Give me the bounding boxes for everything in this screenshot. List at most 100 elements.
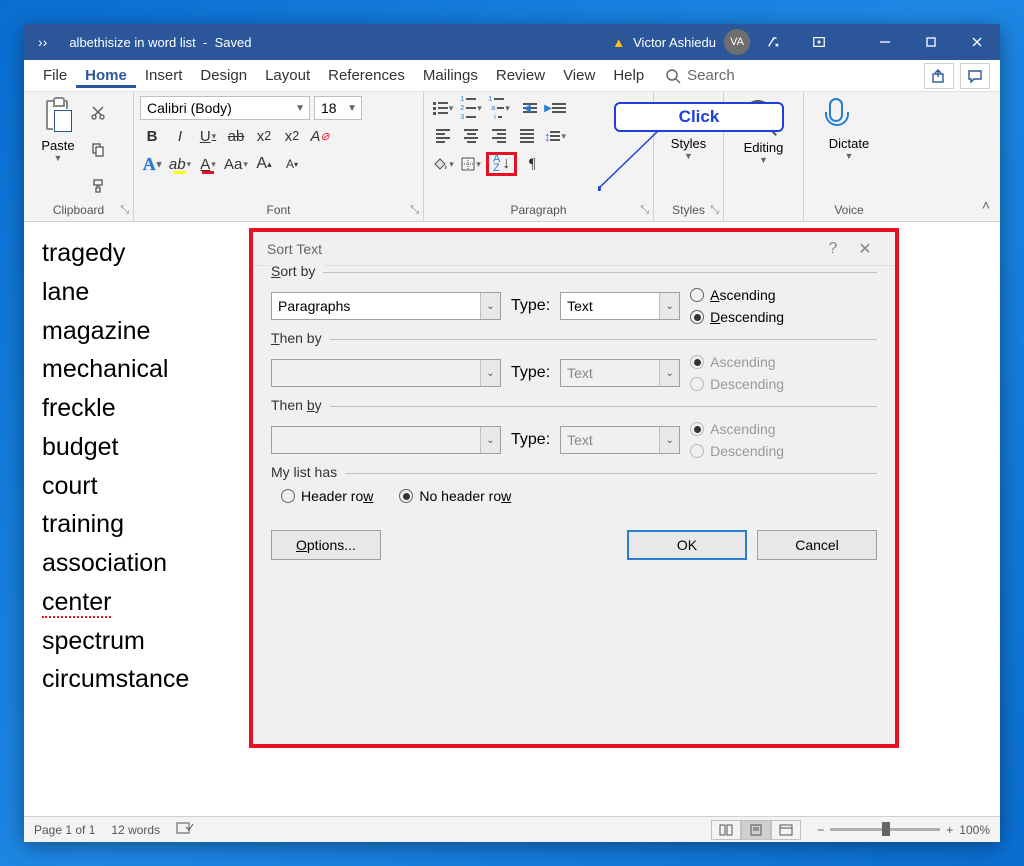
align-left-button[interactable] bbox=[430, 124, 456, 148]
shading-button[interactable]: ▾ bbox=[430, 152, 456, 176]
ribbon: Paste ▼ Clipboard ⤡ Calibri (Body)▼ 18▼ … bbox=[24, 92, 1000, 222]
grow-font-button[interactable]: A▴ bbox=[252, 152, 276, 176]
search-box[interactable]: Search bbox=[665, 67, 735, 84]
increase-indent-button[interactable]: ▶ bbox=[542, 96, 568, 120]
list-item: training bbox=[42, 505, 189, 544]
bold-button[interactable]: B bbox=[140, 124, 164, 148]
proofing-icon[interactable] bbox=[176, 821, 194, 838]
options-button[interactable]: Options... bbox=[271, 530, 381, 560]
list-item: tragedy bbox=[42, 234, 189, 273]
no-header-row-radio[interactable]: No header row bbox=[399, 488, 511, 504]
minimize-button[interactable] bbox=[862, 24, 908, 60]
help-button[interactable]: ? bbox=[817, 240, 849, 258]
align-right-button[interactable] bbox=[486, 124, 512, 148]
strikethrough-button[interactable]: ab bbox=[224, 124, 248, 148]
zoom-slider[interactable]: − + 100% bbox=[817, 823, 990, 837]
justify-button[interactable] bbox=[514, 124, 540, 148]
ok-button[interactable]: OK bbox=[627, 530, 747, 560]
line-spacing-button[interactable]: ↕▾ bbox=[542, 124, 568, 148]
tab-home[interactable]: Home bbox=[76, 63, 136, 88]
sort-button[interactable]: AZ↓ bbox=[486, 152, 517, 176]
word-count[interactable]: 12 words bbox=[111, 823, 160, 837]
print-layout-button[interactable] bbox=[741, 820, 771, 840]
list-item: freckle bbox=[42, 389, 189, 428]
subscript-button[interactable]: x2 bbox=[252, 124, 276, 148]
collapse-ribbon-button[interactable]: ˄ bbox=[982, 197, 990, 213]
dialog-title: Sort Text bbox=[267, 241, 322, 257]
web-layout-button[interactable] bbox=[771, 820, 801, 840]
chevron-down-icon: ⌄ bbox=[480, 360, 500, 386]
comments-button[interactable] bbox=[960, 63, 990, 89]
cancel-button[interactable]: Cancel bbox=[757, 530, 877, 560]
show-hide-button[interactable]: ¶ bbox=[519, 152, 545, 176]
tab-mailings[interactable]: Mailings bbox=[414, 63, 487, 88]
clear-formatting-button[interactable]: A⊘ bbox=[308, 124, 332, 148]
dictate-button[interactable]: Dictate ▼ bbox=[829, 98, 869, 161]
then-by-field-combo-2: ⌄ bbox=[271, 426, 501, 454]
text-effects-button[interactable]: A▾ bbox=[140, 152, 164, 176]
sort-by-field-combo[interactable]: Paragraphs⌄ bbox=[271, 292, 501, 320]
chevron-down-icon: ▼ bbox=[54, 153, 63, 163]
share-button[interactable] bbox=[924, 63, 954, 89]
descending-radio[interactable]: Descending bbox=[690, 309, 784, 325]
document-area[interactable]: tragedy lane magazine mechanical freckle… bbox=[24, 222, 1000, 816]
shrink-font-button[interactable]: A▾ bbox=[280, 152, 304, 176]
tab-layout[interactable]: Layout bbox=[256, 63, 319, 88]
chevron-down-icon: ⌄ bbox=[659, 360, 679, 386]
titlebar-user[interactable]: ▲ Victor Ashiedu VA bbox=[612, 29, 750, 55]
zoom-out-button[interactable]: − bbox=[817, 823, 824, 837]
word-window: ›› albethisize in word list - Saved ▲ Vi… bbox=[24, 24, 1000, 842]
chevron-down-icon: ⌄ bbox=[659, 427, 679, 453]
font-size-combo[interactable]: 18▼ bbox=[314, 96, 362, 120]
highlight-button[interactable]: ab▾ bbox=[168, 152, 192, 176]
align-center-button[interactable] bbox=[458, 124, 484, 148]
font-color-button[interactable]: A▾ bbox=[196, 152, 220, 176]
tab-review[interactable]: Review bbox=[487, 63, 554, 88]
bullets-button[interactable]: ▾ bbox=[430, 96, 456, 120]
list-item: lane bbox=[42, 273, 189, 312]
cut-button[interactable] bbox=[90, 105, 110, 123]
tab-file[interactable]: File bbox=[34, 63, 76, 88]
simplify-ribbon-icon[interactable] bbox=[750, 24, 796, 60]
close-button[interactable] bbox=[954, 24, 1000, 60]
chevron-down-icon: ▼ bbox=[671, 151, 706, 161]
tab-design[interactable]: Design bbox=[191, 63, 256, 88]
dialog-launcher-icon[interactable]: ⤡ bbox=[120, 204, 129, 217]
zoom-in-button[interactable]: + bbox=[946, 823, 953, 837]
superscript-button[interactable]: x2 bbox=[280, 124, 304, 148]
page-indicator[interactable]: Page 1 of 1 bbox=[34, 823, 95, 837]
sort-by-type-combo[interactable]: Text⌄ bbox=[560, 292, 680, 320]
decrease-indent-button[interactable]: ◀ bbox=[514, 96, 540, 120]
ascending-radio[interactable]: Ascending bbox=[690, 287, 784, 303]
header-row-radio[interactable]: Header row bbox=[281, 488, 373, 504]
multilevel-list-button[interactable]: 1ai▾ bbox=[486, 96, 512, 120]
underline-button[interactable]: U▾ bbox=[196, 124, 220, 148]
numbering-button[interactable]: 123▾ bbox=[458, 96, 484, 120]
tab-view[interactable]: View bbox=[554, 63, 604, 88]
paste-button[interactable]: Paste ▼ bbox=[30, 96, 86, 201]
format-painter-button[interactable] bbox=[90, 178, 110, 196]
tab-references[interactable]: References bbox=[319, 63, 414, 88]
search-icon bbox=[665, 68, 681, 84]
read-mode-button[interactable] bbox=[711, 820, 741, 840]
chevron-down-icon: ⌄ bbox=[659, 293, 679, 319]
dialog-launcher-icon[interactable]: ⤡ bbox=[640, 204, 649, 217]
italic-button[interactable]: I bbox=[168, 124, 192, 148]
font-name-combo[interactable]: Calibri (Body)▼ bbox=[140, 96, 310, 120]
dialog-launcher-icon[interactable]: ⤡ bbox=[710, 204, 719, 217]
copy-button[interactable] bbox=[90, 141, 110, 159]
borders-button[interactable]: ▾ bbox=[458, 152, 484, 176]
qat-more-icon[interactable]: ›› bbox=[24, 34, 61, 50]
then-by-field-combo[interactable]: ⌄ bbox=[271, 359, 501, 387]
dialog-launcher-icon[interactable]: ⤡ bbox=[410, 204, 419, 217]
zoom-level[interactable]: 100% bbox=[959, 823, 990, 837]
change-case-button[interactable]: Aa▾ bbox=[224, 152, 248, 176]
ribbon-display-icon[interactable] bbox=[796, 24, 842, 60]
tab-help[interactable]: Help bbox=[604, 63, 653, 88]
microphone-icon bbox=[829, 98, 843, 122]
list-item: mechanical bbox=[42, 350, 189, 389]
tab-insert[interactable]: Insert bbox=[136, 63, 192, 88]
type-label: Type: bbox=[511, 431, 550, 449]
maximize-button[interactable] bbox=[908, 24, 954, 60]
close-button[interactable]: ✕ bbox=[849, 239, 881, 259]
